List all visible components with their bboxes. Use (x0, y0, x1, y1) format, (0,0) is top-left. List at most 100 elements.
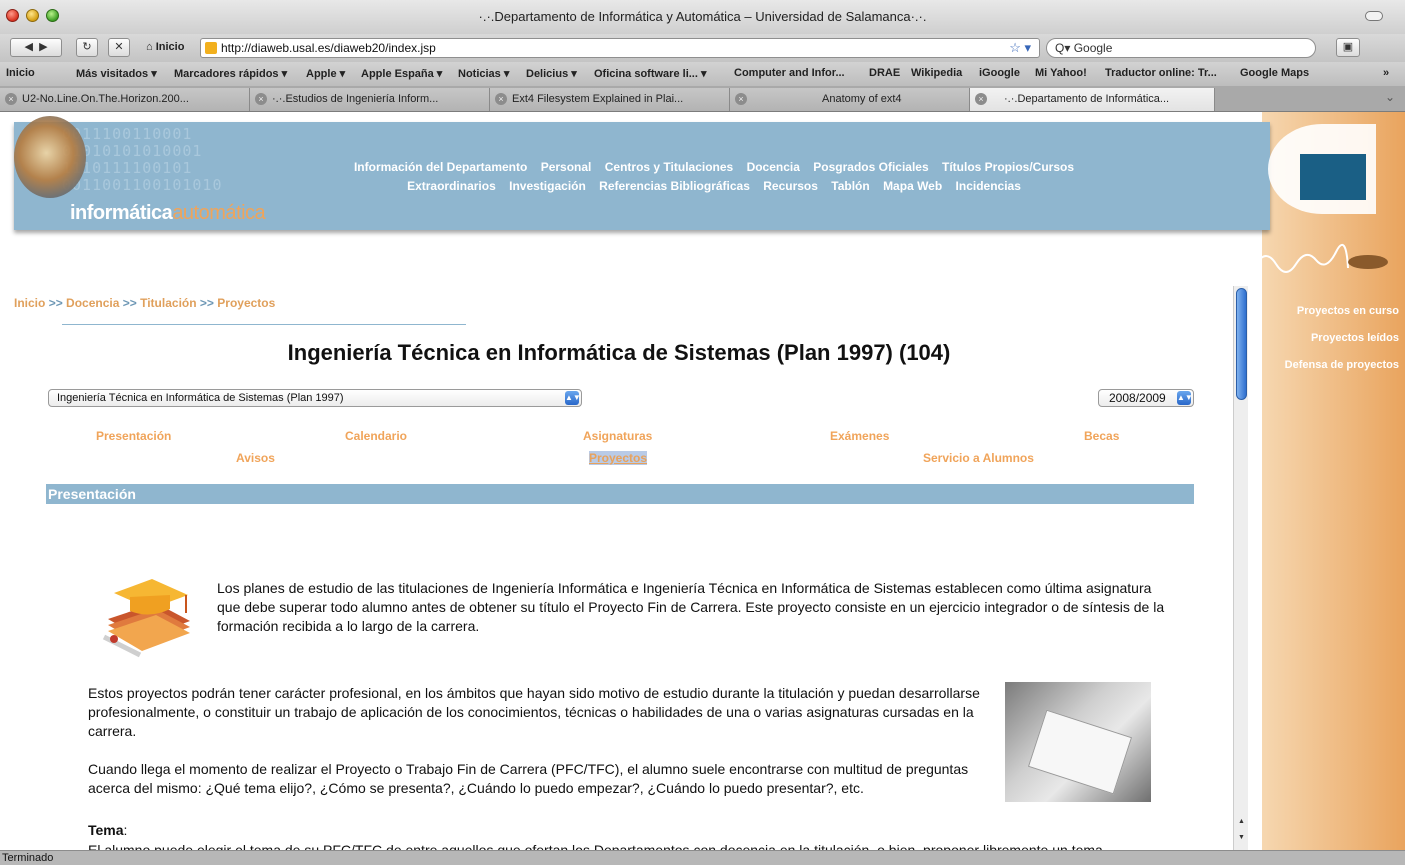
bookmarks-overflow-icon[interactable]: » (1383, 67, 1389, 79)
stop-button[interactable]: ✕ (108, 38, 130, 57)
plan-select[interactable]: Ingeniería Técnica en Informática de Sis… (48, 389, 582, 407)
side-link-proyectos-curso[interactable]: Proyectos en curso (1285, 298, 1399, 325)
bookmark-wikipedia[interactable]: Wikipedia (911, 67, 962, 79)
menu-centros[interactable]: Centros y Titulaciones (605, 160, 733, 174)
dia-logo-box-icon (1300, 154, 1366, 200)
menu-mapa-web[interactable]: Mapa Web (883, 179, 942, 193)
page-action-button[interactable]: ▣ (1336, 38, 1360, 57)
tema-paragraph: El alumno puede elegir el tema de su PFC… (88, 842, 1103, 850)
bookmark-igoogle[interactable]: iGoogle (979, 67, 1020, 79)
bookmark-apple-espana[interactable]: Apple España ▾ (361, 67, 442, 80)
bookmark-star-icon[interactable]: ☆ ▾ (1009, 39, 1031, 57)
site-logo[interactable]: informáticaautomática (70, 202, 266, 225)
home-label: Inicio (155, 41, 185, 53)
tab-estudios[interactable]: × ·.·.Estudios de Ingeniería Inform... (250, 88, 490, 111)
side-link-defensa-proyectos[interactable]: Defensa de proyectos (1285, 352, 1399, 379)
menu-incidencias[interactable]: Incidencias (956, 179, 1021, 193)
url-bar[interactable]: http://diaweb.usal.es/diaweb20/index.jsp… (200, 38, 1040, 58)
bookmark-apple[interactable]: Apple ▾ (306, 67, 345, 80)
breadcrumb-titulacion[interactable]: Titulación (140, 296, 196, 310)
menu-tablon[interactable]: Tablón (831, 179, 869, 193)
breadcrumb-docencia[interactable]: Docencia (66, 296, 119, 310)
bookmark-computer-and-infor[interactable]: Computer and Infor... (734, 67, 845, 79)
bookmark-noticias[interactable]: Noticias ▾ (458, 67, 509, 80)
menu-posgrados[interactable]: Posgrados Oficiales (813, 160, 928, 174)
tab-ext4-explained[interactable]: × Ext4 Filesystem Explained in Plai... (490, 88, 730, 111)
tema-heading: Tema: (88, 822, 128, 838)
bookmark-mi-yahoo[interactable]: Mi Yahoo! (1035, 67, 1087, 79)
menu-personal[interactable]: Personal (541, 160, 592, 174)
tab-proyectos[interactable]: Proyectos (589, 451, 648, 465)
bookmark-drae[interactable]: DRAE (869, 67, 900, 79)
scroll-thumb[interactable] (1236, 288, 1247, 400)
photo-document-icon (1027, 709, 1133, 795)
forward-arrow-icon[interactable]: ▶ (39, 41, 47, 53)
tab-calendario[interactable]: Calendario (345, 429, 407, 443)
back-arrow-icon[interactable]: ◀ (24, 41, 32, 53)
stop-icon: ✕ (114, 41, 124, 53)
bookmark-marcadores-rapidos[interactable]: Marcadores rápidos ▾ (174, 67, 287, 80)
projects-paragraph: Estos proyectos podrán tener carácter pr… (88, 685, 980, 739)
tab-close-icon[interactable]: × (975, 93, 987, 105)
side-menu: Proyectos en curso Proyectos leídos Defe… (1285, 298, 1399, 379)
tab-anatomy-ext4[interactable]: × Anatomy of ext4 (730, 88, 970, 111)
window-titlebar: ·.·.Departamento de Informática y Automá… (0, 0, 1405, 34)
year-select[interactable]: 2008/2009 ▲▼ (1098, 389, 1194, 407)
toolbar-toggle-button[interactable] (1365, 11, 1383, 21)
tab-becas[interactable]: Becas (1084, 429, 1119, 443)
url-text: http://diaweb.usal.es/diaweb20/index.jsp (221, 41, 436, 55)
web-page: 0011100110001 01010101010001 11101111001… (0, 112, 1405, 850)
menu-recursos[interactable]: Recursos (763, 179, 818, 193)
bookmark-inicio[interactable]: Inicio (6, 67, 35, 79)
status-bar: Terminado (0, 850, 1405, 865)
tab-close-icon[interactable]: × (735, 93, 747, 105)
tab-departamento[interactable]: × ·.·.Departamento de Informática... (970, 88, 1215, 111)
breadcrumb-proyectos[interactable]: Proyectos (217, 296, 275, 310)
reload-icon: ↻ (82, 41, 92, 53)
menu-titulos-propios[interactable]: Títulos Propios/Cursos (942, 160, 1074, 174)
tab-list-icon[interactable]: ⌄ (1385, 90, 1395, 104)
breadcrumb-inicio[interactable]: Inicio (14, 296, 45, 310)
scroll-down-icon[interactable]: ▼ (1236, 832, 1247, 844)
bookmark-traductor[interactable]: Traductor online: Tr... (1105, 67, 1217, 79)
logo-globe-icon (14, 116, 86, 198)
squiggle-decoration-icon (1255, 243, 1388, 273)
tab-strip: × U2-No.Line.On.The.Horizon.200... × ·.·.E… (0, 86, 1405, 112)
menu-docencia[interactable]: Docencia (747, 160, 800, 174)
reload-button[interactable]: ↻ (76, 38, 98, 57)
tab-u2[interactable]: × U2-No.Line.On.The.Horizon.200... (0, 88, 250, 111)
home-button[interactable]: ⌂ Inicio (146, 41, 184, 53)
menu-extraordinarios[interactable]: Extraordinarios (407, 179, 496, 193)
tab-close-icon[interactable]: × (495, 93, 507, 105)
tab-asignaturas[interactable]: Asignaturas (583, 429, 652, 443)
tab-label: Anatomy of ext4 (822, 93, 902, 105)
home-icon: ⌂ (146, 41, 153, 53)
bookmark-delicius[interactable]: Delicius ▾ (526, 67, 577, 80)
bookmark-mas-visitados[interactable]: Más visitados ▾ (76, 67, 157, 80)
tab-examenes[interactable]: Exámenes (830, 429, 889, 443)
thesis-photo (1005, 682, 1151, 802)
tab-presentacion[interactable]: Presentación (96, 429, 171, 443)
bookmark-oficina-software[interactable]: Oficina software li... ▾ (594, 67, 707, 80)
page-title: Ingeniería Técnica en Informática de Sis… (287, 340, 951, 365)
tab-label: ·.·.Departamento de Informática... (1004, 93, 1170, 105)
side-link-proyectos-leidos[interactable]: Proyectos leídos (1285, 325, 1399, 352)
site-banner: 0011100110001 01010101010001 11101111001… (14, 116, 1270, 230)
search-input[interactable]: Q▾ Google (1046, 38, 1316, 58)
tab-close-icon[interactable]: × (255, 93, 267, 105)
right-decoration-strip (1262, 112, 1405, 850)
menu-referencias[interactable]: Referencias Bibliográficas (599, 179, 750, 193)
window-title: ·.·.Departamento de Informática y Automá… (478, 9, 927, 24)
search-engine-icon[interactable]: Q▾ (1055, 41, 1070, 55)
scroll-up-icon[interactable]: ▲ (1236, 816, 1247, 828)
menu-investigacion[interactable]: Investigación (509, 179, 586, 193)
page-scrollbar[interactable]: ▲ ▼ (1233, 286, 1248, 850)
back-forward-buttons[interactable]: ◀ ▶ (10, 38, 62, 57)
bookmark-google-maps[interactable]: Google Maps (1240, 67, 1309, 79)
menu-informacion[interactable]: Información del Departamento (354, 160, 527, 174)
tab-label: U2-No.Line.On.The.Horizon.200... (22, 93, 189, 105)
tab-servicio-alumnos[interactable]: Servicio a Alumnos (923, 451, 1034, 465)
intro-paragraph: Los planes de estudio de las titulacione… (217, 580, 1165, 634)
tab-avisos[interactable]: Avisos (236, 451, 275, 465)
tab-close-icon[interactable]: × (5, 93, 17, 105)
